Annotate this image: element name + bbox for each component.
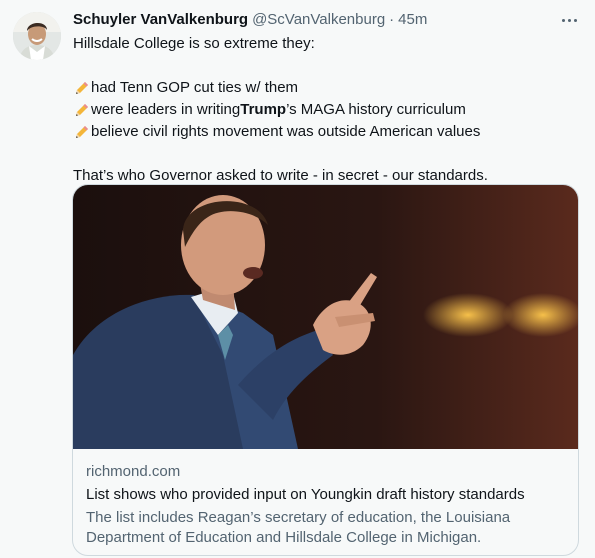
- card-body: richmond.com List shows who provided inp…: [86, 462, 571, 548]
- bullet-2-text-bold: Trump: [240, 101, 287, 118]
- card-title: List shows who provided input on Youngki…: [86, 486, 525, 503]
- tweet-bullet-1: had Tenn GOP cut ties w/ them: [73, 77, 573, 99]
- pencil-icon: [76, 125, 88, 138]
- card-description: The list includes Reagan’s secretary of …: [86, 509, 511, 546]
- more-options-icon[interactable]: [556, 10, 582, 30]
- avatar-photo: [13, 12, 61, 60]
- tweet[interactable]: Schuyler VanValkenburg @ScVanValkenburg …: [0, 0, 595, 558]
- tweet-bullet-3: believe civil rights movement was outsid…: [73, 121, 573, 143]
- tweet-bullet-2: were leaders in writing Trump’s MAGA his…: [73, 99, 573, 121]
- pencil-icon: [76, 103, 88, 116]
- tweet-text: Hillsdale College is so extreme they: ha…: [73, 33, 573, 187]
- bullet-3-text: believe civil rights movement was outsid…: [91, 123, 481, 140]
- timestamp[interactable]: 45m: [398, 11, 427, 28]
- tweet-line-intro: Hillsdale College is so extreme they:: [73, 35, 315, 52]
- author-name[interactable]: Schuyler VanValkenburg: [73, 11, 248, 28]
- bullet-2-text-pre: were leaders in writing: [91, 101, 241, 118]
- tweet-header: Schuyler VanValkenburg @ScVanValkenburg …: [73, 11, 427, 31]
- link-preview-card[interactable]: richmond.com List shows who provided inp…: [72, 184, 579, 556]
- pencil-icon: [76, 81, 88, 94]
- author-handle[interactable]: @ScVanValkenburg: [252, 11, 385, 28]
- card-domain: richmond.com: [86, 463, 181, 480]
- separator-dot: ·: [389, 11, 395, 28]
- card-image: [73, 185, 578, 449]
- avatar[interactable]: [13, 12, 61, 60]
- bullet-2-text-post: ’s MAGA history curriculum: [286, 101, 466, 118]
- bullet-1-text: had Tenn GOP cut ties w/ them: [91, 79, 299, 96]
